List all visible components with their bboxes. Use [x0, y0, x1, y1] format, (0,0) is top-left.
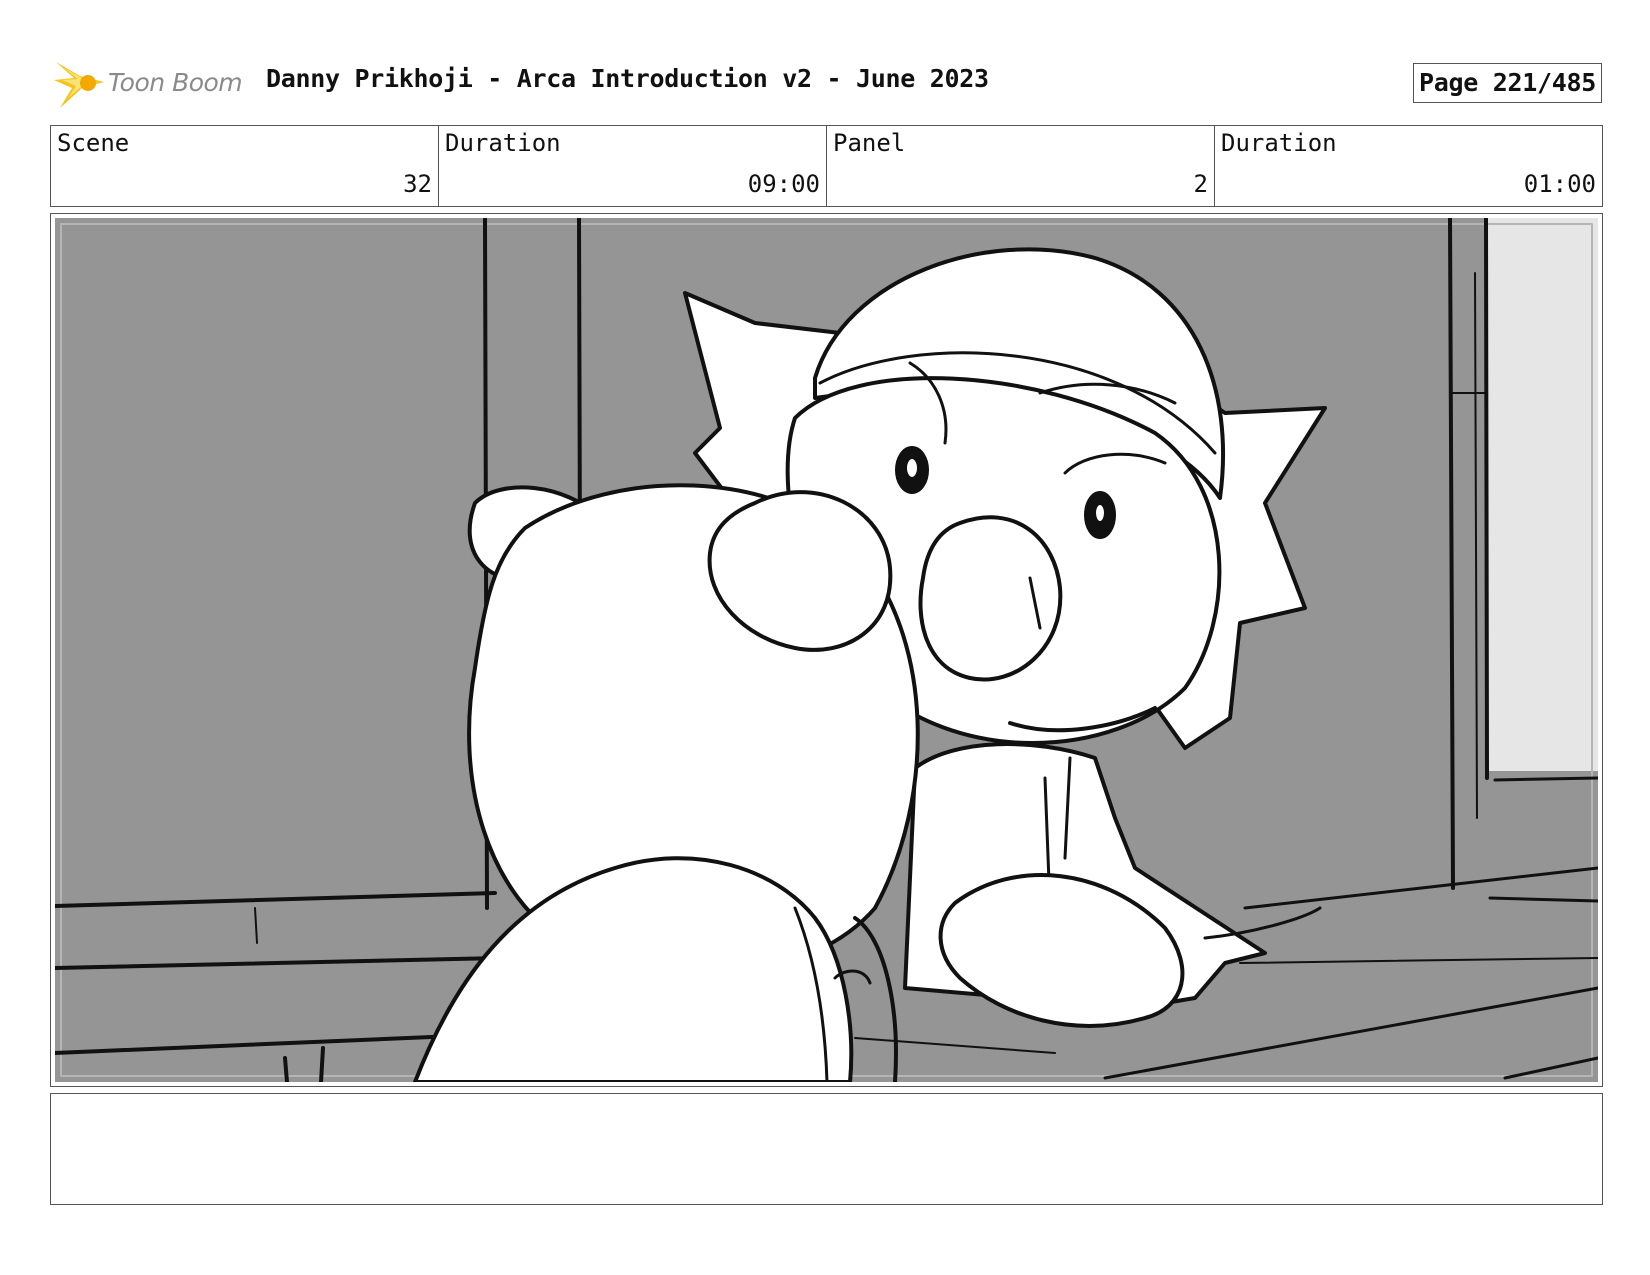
panel-value: 2: [1193, 170, 1208, 198]
logo-text: Toon Boom: [108, 68, 243, 97]
toon-boom-logo: Toon Boom: [52, 58, 252, 112]
panel-notes-box: [50, 1093, 1603, 1205]
scene-cell: Scene 32: [51, 126, 439, 206]
scene-duration-label: Duration: [445, 129, 561, 157]
page-indicator: Page 221/485: [1413, 63, 1602, 103]
panel-duration-label: Duration: [1221, 129, 1337, 157]
scene-value: 32: [403, 170, 432, 198]
scene-label: Scene: [57, 129, 130, 157]
panel-info-table: Scene 32 Duration 09:00 Panel 2 Duration…: [50, 125, 1603, 207]
scene-duration-cell: Duration 09:00: [439, 126, 827, 206]
panel-cell: Panel 2: [827, 126, 1215, 206]
panel-label: Panel: [833, 129, 906, 157]
toon-boom-star-icon: [54, 62, 104, 108]
document-title: Danny Prikhoji - Arca Introduction v2 - …: [266, 64, 989, 93]
storyboard-sketch: [55, 218, 1598, 1082]
storyboard-panel: [50, 213, 1603, 1087]
panel-duration-cell: Duration 01:00: [1215, 126, 1602, 206]
panel-duration-value: 01:00: [1523, 170, 1596, 198]
scene-duration-value: 09:00: [747, 170, 820, 198]
